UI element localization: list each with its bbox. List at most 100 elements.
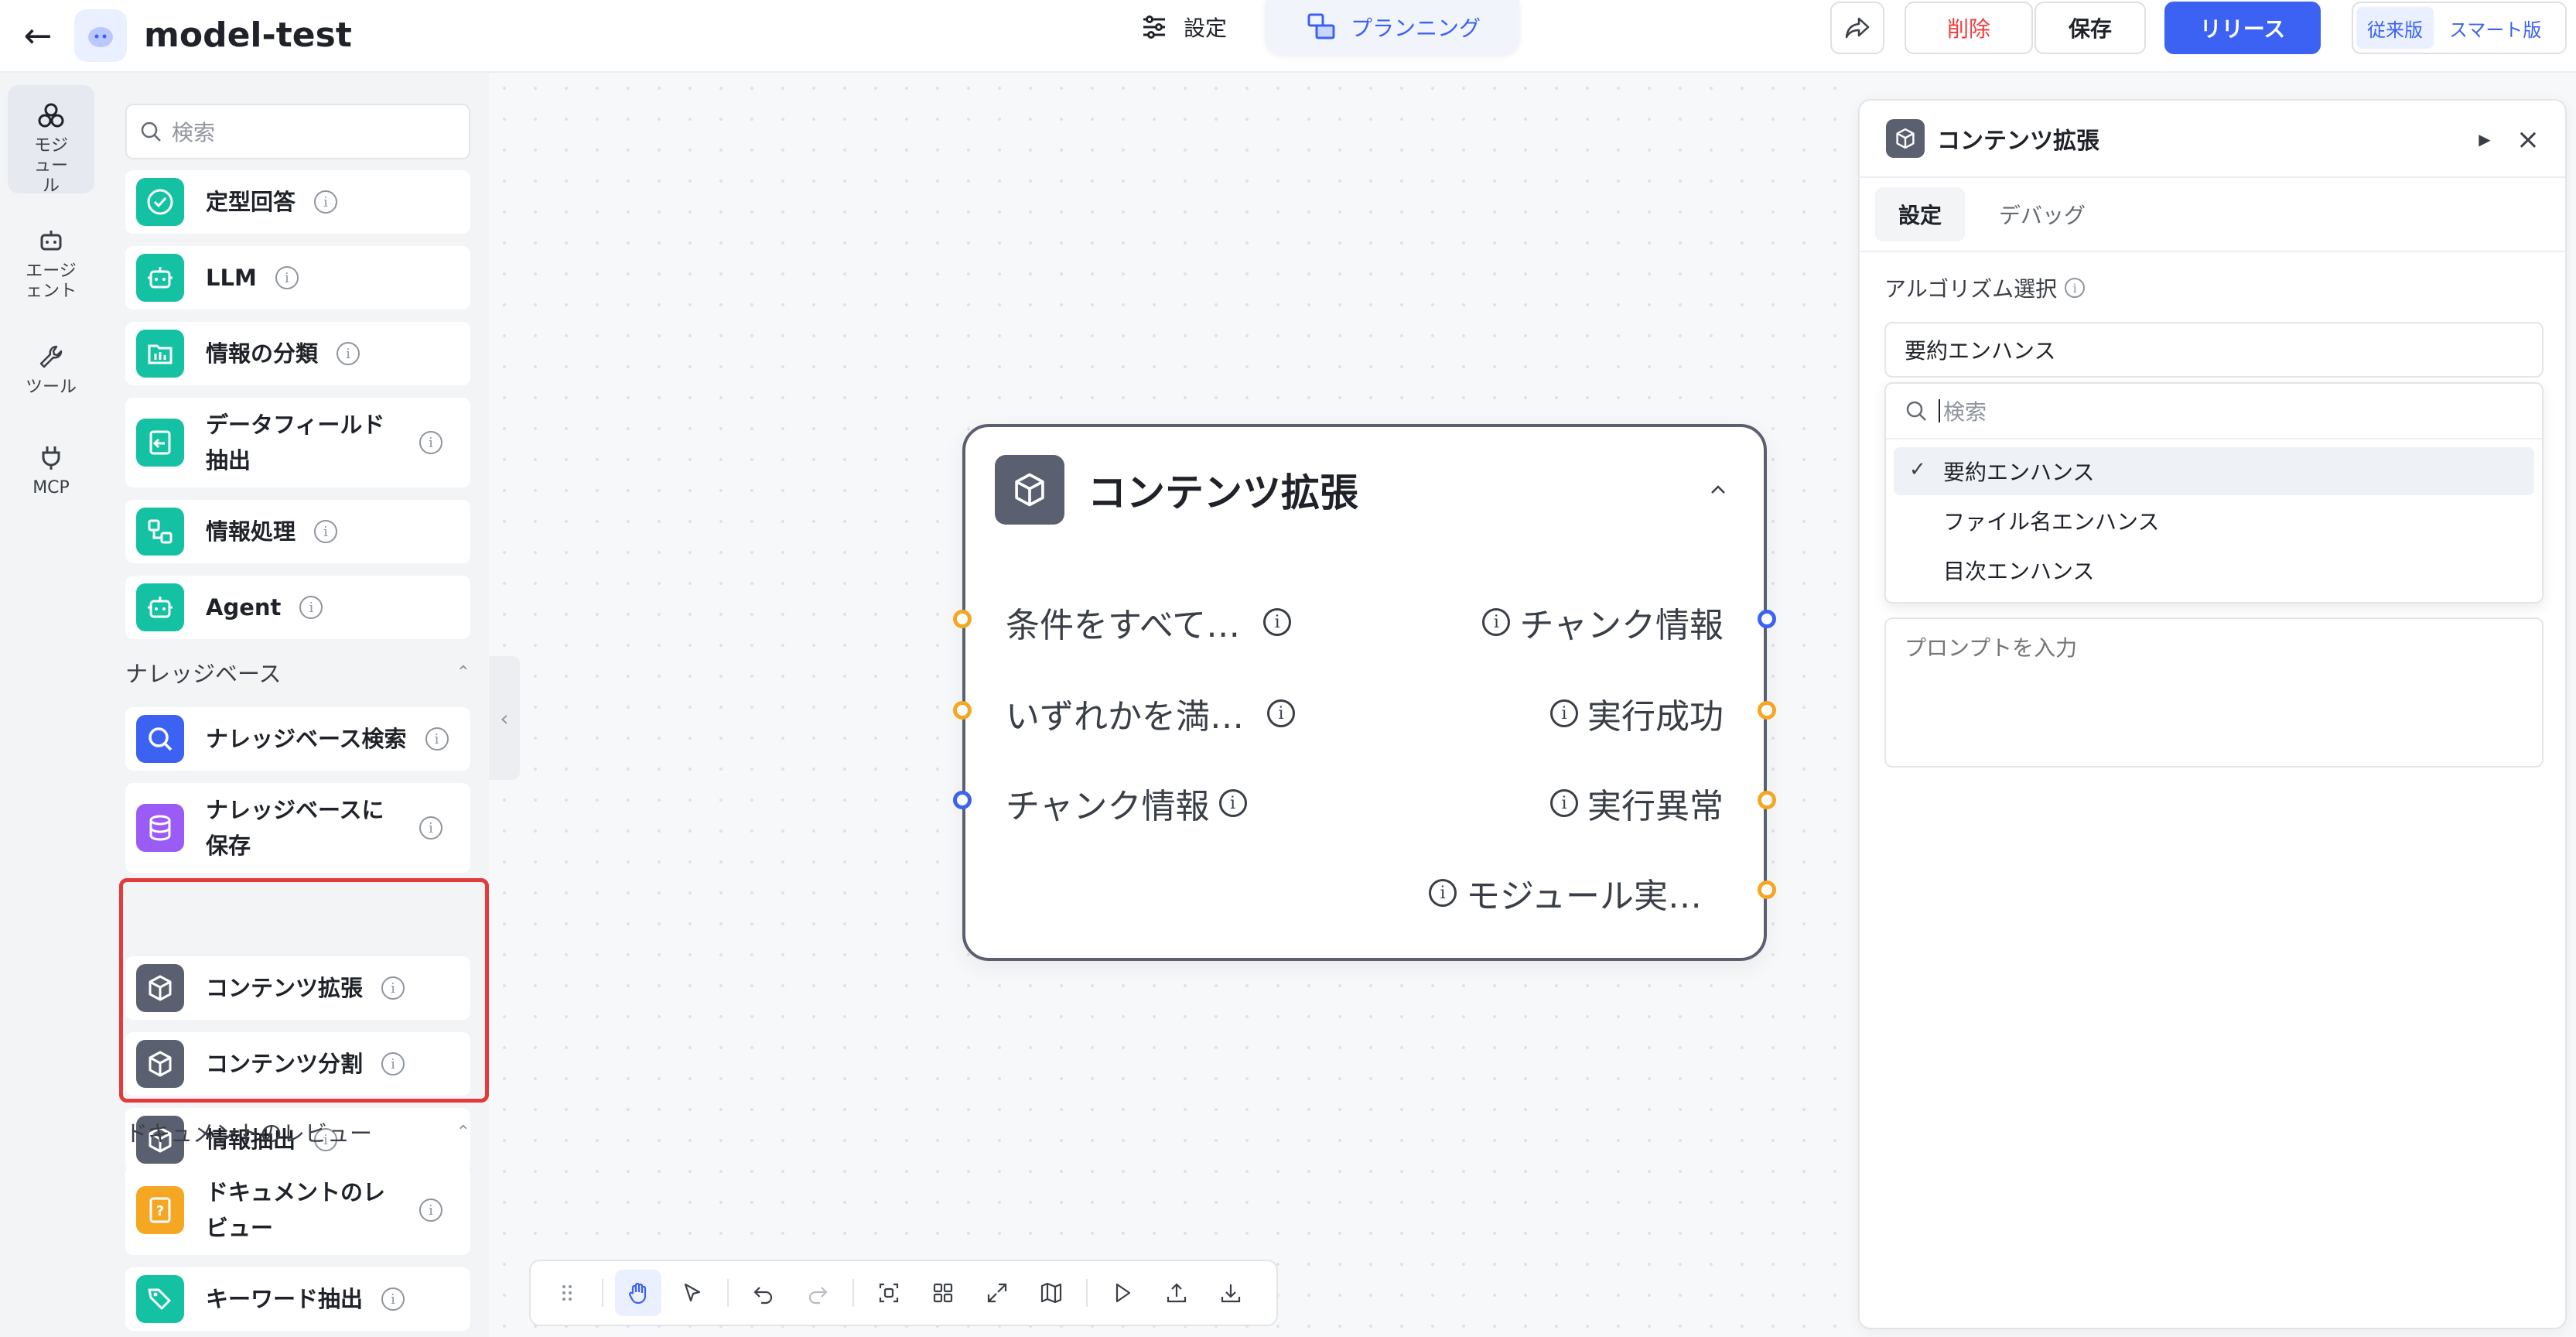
module-item-kb-search[interactable]: ナレッジベース検索 i	[125, 707, 470, 771]
module-item-fixed-reply[interactable]: 定型回答 i	[125, 170, 470, 234]
delete-button[interactable]: 削除	[1905, 2, 2033, 54]
node-output-success: i 実行成功	[1550, 689, 1724, 738]
info-icon[interactable]: i	[425, 727, 449, 751]
modules-icon	[35, 101, 67, 132]
expand-icon[interactable]	[974, 1270, 1020, 1316]
chevron-up-icon[interactable]	[1699, 470, 1737, 509]
chevron-left-icon: ‹	[500, 705, 509, 731]
dropdown-option-summary[interactable]: ✓ 要約エンハンス	[1894, 447, 2534, 495]
tab-settings[interactable]: 設定	[1875, 187, 1966, 241]
info-icon[interactable]: i	[314, 520, 338, 543]
module-label: Agent	[206, 594, 282, 621]
port-label: チャンク情報	[1006, 787, 1210, 826]
module-item-info-process[interactable]: 情報処理 i	[125, 500, 470, 563]
info-icon[interactable]: i	[1267, 699, 1295, 727]
release-button[interactable]: リリース	[2164, 2, 2321, 54]
save-button[interactable]: 保存	[2034, 2, 2146, 54]
section-header-knowledge-base[interactable]: ナレッジベース ⌃	[125, 653, 470, 692]
search-icon	[1906, 401, 1926, 421]
info-icon[interactable]: i	[1429, 879, 1457, 907]
info-icon[interactable]: i	[1550, 699, 1578, 727]
output-port[interactable]	[1758, 881, 1776, 899]
rail-item-tools[interactable]: ツール	[8, 340, 94, 418]
node-output-module-exec: i モジュール実…	[1429, 868, 1702, 918]
output-port[interactable]	[1758, 610, 1776, 628]
map-icon[interactable]	[1028, 1270, 1074, 1316]
info-icon[interactable]: i	[314, 190, 338, 214]
grid-icon[interactable]	[920, 1270, 966, 1316]
module-label: ナレッジベース検索	[206, 726, 407, 752]
info-icon[interactable]: i	[299, 596, 323, 619]
dropdown-option-filename[interactable]: ファイル名エンハンス	[1894, 497, 2534, 545]
panel-collapse-handle[interactable]: ‹	[489, 656, 520, 780]
app-logo	[74, 9, 127, 62]
input-port[interactable]	[953, 701, 972, 720]
output-port[interactable]	[1758, 701, 1776, 720]
tab-debug[interactable]: デバッグ	[1976, 187, 2109, 241]
dropdown-option-toc[interactable]: 目次エンハンス	[1894, 546, 2534, 594]
module-label: データフィールド抽出	[206, 412, 385, 474]
module-item-document-review[interactable]: ? ドキュメントのレビュー i	[125, 1165, 470, 1255]
input-port[interactable]	[953, 791, 972, 809]
module-item-agent[interactable]: Agent i	[125, 576, 470, 639]
download-icon[interactable]	[1208, 1270, 1254, 1316]
port-label: 実行異常	[1587, 787, 1724, 826]
rail-item-mcp[interactable]: MCP	[8, 441, 94, 518]
drag-handle-icon[interactable]	[544, 1270, 590, 1316]
algorithm-select[interactable]: 要約エンハンス	[1884, 322, 2544, 378]
info-icon[interactable]: i	[1263, 608, 1292, 636]
arrow-left-icon[interactable]: ←	[20, 14, 56, 57]
version-classic[interactable]: 従来版	[2356, 7, 2434, 49]
port-label: モジュール実…	[1466, 877, 1702, 916]
module-item-classify[interactable]: 情報の分類 i	[125, 322, 470, 385]
section-header-document-review[interactable]: ドキュメントのレビュー ⌃	[125, 1113, 470, 1151]
module-item-keyword-extract[interactable]: キーワード抽出 i	[125, 1267, 470, 1331]
info-icon[interactable]: i	[381, 1287, 405, 1311]
rail-item-agents[interactable]: エージェント	[8, 224, 94, 317]
node-header: コンテンツ拡張	[995, 455, 1737, 525]
info-icon[interactable]: i	[419, 431, 442, 454]
rail-item-modules[interactable]: モジュール	[8, 85, 94, 196]
play-icon[interactable]	[1099, 1270, 1146, 1316]
info-icon[interactable]: i	[419, 816, 442, 839]
upload-icon[interactable]	[1153, 1270, 1200, 1316]
cube-icon	[995, 455, 1064, 525]
extract-field-icon	[136, 419, 184, 467]
canvas-toolbar	[529, 1260, 1278, 1326]
info-icon[interactable]: i	[2065, 278, 2086, 298]
node-output-error: i 実行異常	[1550, 778, 1724, 828]
module-search-input[interactable]: 検索	[125, 104, 470, 159]
focus-icon[interactable]	[866, 1270, 912, 1316]
share-button[interactable]	[1830, 2, 1884, 54]
tags-icon	[136, 1275, 184, 1323]
output-port[interactable]	[1758, 791, 1776, 809]
info-icon[interactable]: i	[275, 266, 299, 289]
play-small-icon[interactable]: ▶	[2469, 124, 2500, 155]
tab-planning[interactable]: プランニング	[1266, 0, 1520, 54]
module-item-data-field-extract[interactable]: データフィールド抽出 i	[125, 398, 470, 487]
option-label: 目次エンハンス	[1943, 559, 2095, 584]
prompt-textarea[interactable]	[1884, 617, 2544, 768]
info-icon[interactable]: i	[337, 342, 360, 365]
port-label: 条件をすべて…	[1006, 606, 1241, 645]
divider	[1860, 251, 2565, 252]
info-icon[interactable]: i	[1218, 789, 1247, 817]
dropdown-search-input[interactable]: 検索	[1886, 384, 2542, 439]
rail-label-mcp: MCP	[32, 478, 70, 498]
module-item-llm[interactable]: LLM i	[125, 246, 470, 309]
undo-icon[interactable]	[740, 1270, 787, 1316]
info-icon[interactable]: i	[419, 1199, 442, 1222]
redo-icon[interactable]	[794, 1270, 841, 1316]
settings-tabs: 設定 デバッグ	[1875, 187, 2109, 241]
info-icon[interactable]: i	[1482, 608, 1511, 636]
input-port[interactable]	[953, 610, 972, 628]
pointer-icon[interactable]	[669, 1270, 716, 1316]
module-item-kb-save[interactable]: ナレッジベースに保存 i	[125, 783, 470, 873]
info-icon[interactable]: i	[1550, 789, 1578, 817]
version-smart[interactable]: スマート版	[2438, 7, 2552, 49]
tab-settings[interactable]: 設定	[1098, 0, 1266, 54]
workflow-node-content-expand[interactable]: コンテンツ拡張 条件をすべて… i いずれかを満… i チャンク情報 i i チ…	[953, 424, 1776, 961]
close-icon[interactable]: ×	[2511, 122, 2545, 156]
section-title: ナレッジベース	[125, 661, 282, 687]
hand-icon[interactable]	[615, 1270, 661, 1316]
